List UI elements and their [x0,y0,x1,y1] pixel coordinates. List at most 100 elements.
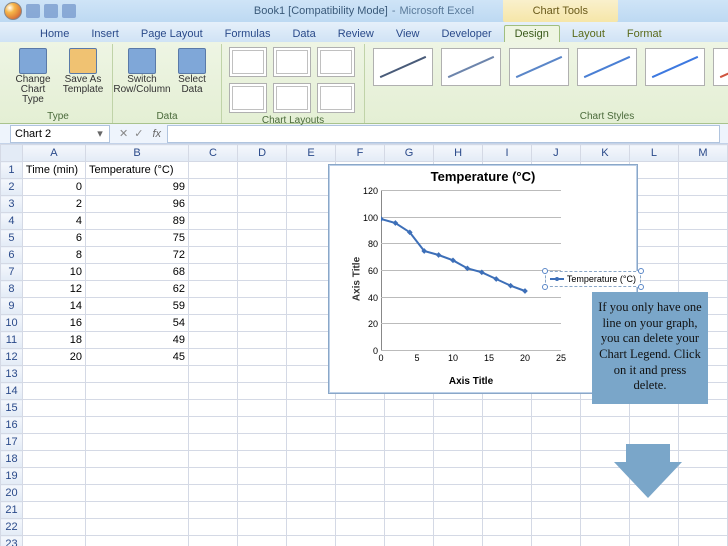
cell[interactable] [531,417,580,434]
cell[interactable] [483,400,532,417]
chart-style-option[interactable] [441,48,501,86]
cell[interactable] [336,485,385,502]
cell[interactable] [86,366,189,383]
cell[interactable]: 20 [22,349,85,366]
cell[interactable]: 62 [86,281,189,298]
column-header[interactable]: D [238,145,287,162]
x-axis-title[interactable]: Axis Title [381,376,561,387]
column-header[interactable]: A [22,145,85,162]
cell[interactable] [678,247,727,264]
row-header[interactable]: 6 [1,247,23,264]
cell[interactable]: 12 [22,281,85,298]
cell[interactable] [678,179,727,196]
cell[interactable] [434,451,483,468]
cell[interactable] [189,536,238,546]
data-line[interactable] [381,191,561,351]
cell[interactable] [385,434,434,451]
cell[interactable] [629,519,678,536]
cell[interactable] [238,519,287,536]
office-button[interactable] [4,2,22,20]
cell[interactable]: 89 [86,213,189,230]
cell[interactable] [238,196,287,213]
cell[interactable] [678,417,727,434]
cell[interactable] [287,400,336,417]
chart-style-option[interactable] [373,48,433,86]
tab-design[interactable]: Design [504,25,560,42]
row-header[interactable]: 19 [1,468,23,485]
cell[interactable] [22,383,85,400]
cell[interactable] [287,468,336,485]
tab-format[interactable]: Format [617,26,672,42]
cell[interactable] [629,536,678,546]
cell[interactable] [483,468,532,485]
column-header[interactable]: C [189,145,238,162]
cell[interactable] [678,502,727,519]
cell[interactable] [238,383,287,400]
cell[interactable] [385,519,434,536]
column-header[interactable]: H [434,145,483,162]
row-header[interactable]: 12 [1,349,23,366]
save-icon[interactable] [26,4,40,18]
row-header[interactable]: 13 [1,366,23,383]
cell[interactable] [336,519,385,536]
cell[interactable] [189,196,238,213]
cell[interactable] [385,400,434,417]
cell[interactable] [238,536,287,546]
row-header[interactable]: 10 [1,315,23,332]
cell[interactable] [238,502,287,519]
cell[interactable]: 4 [22,213,85,230]
cell[interactable] [86,536,189,546]
cell[interactable] [434,519,483,536]
cell[interactable] [86,519,189,536]
cell[interactable] [531,468,580,485]
chart-layout-option[interactable] [273,47,311,77]
cell[interactable] [238,417,287,434]
cell[interactable] [336,434,385,451]
cell[interactable] [189,247,238,264]
row-header[interactable]: 21 [1,502,23,519]
cell[interactable] [336,502,385,519]
chart-layout-option[interactable] [317,83,355,113]
cell[interactable] [287,451,336,468]
cell[interactable] [287,485,336,502]
change-chart-type-button[interactable]: Change Chart Type [10,46,56,105]
cell[interactable] [22,502,85,519]
cell[interactable]: 14 [22,298,85,315]
cell[interactable] [189,400,238,417]
cell[interactable] [189,451,238,468]
cell[interactable] [22,366,85,383]
cell[interactable]: 6 [22,230,85,247]
cell[interactable] [678,451,727,468]
cell[interactable] [336,451,385,468]
cell[interactable] [189,349,238,366]
column-header[interactable]: E [287,145,336,162]
column-header[interactable]: K [580,145,629,162]
cell[interactable] [189,468,238,485]
cell[interactable] [678,264,727,281]
cell[interactable] [22,536,85,546]
cell[interactable] [86,502,189,519]
row-header[interactable]: 17 [1,434,23,451]
cell[interactable] [238,315,287,332]
chart-legend[interactable]: Temperature (°C) [545,271,641,287]
tab-page-layout[interactable]: Page Layout [131,26,213,42]
cell[interactable] [189,383,238,400]
cell[interactable] [22,400,85,417]
cell[interactable] [86,485,189,502]
cell[interactable] [483,417,532,434]
worksheet-area[interactable]: ABCDEFGHIJKLM1Time (min)Temperature (°C)… [0,144,728,546]
redo-icon[interactable] [62,4,76,18]
cell[interactable] [531,502,580,519]
cell[interactable] [189,502,238,519]
save-as-template-button[interactable]: Save As Template [60,46,106,95]
cell[interactable] [22,451,85,468]
column-header[interactable]: B [86,145,189,162]
chart-title[interactable]: Temperature (°C) [329,165,637,186]
chart-layout-option[interactable] [229,83,267,113]
plot-area[interactable]: 0204060801001200510152025 [381,191,561,351]
chart-style-option[interactable] [645,48,705,86]
row-header[interactable]: 9 [1,298,23,315]
chevron-down-icon[interactable]: ▾ [95,127,105,140]
cell[interactable]: Temperature (°C) [86,162,189,179]
cell[interactable] [483,502,532,519]
